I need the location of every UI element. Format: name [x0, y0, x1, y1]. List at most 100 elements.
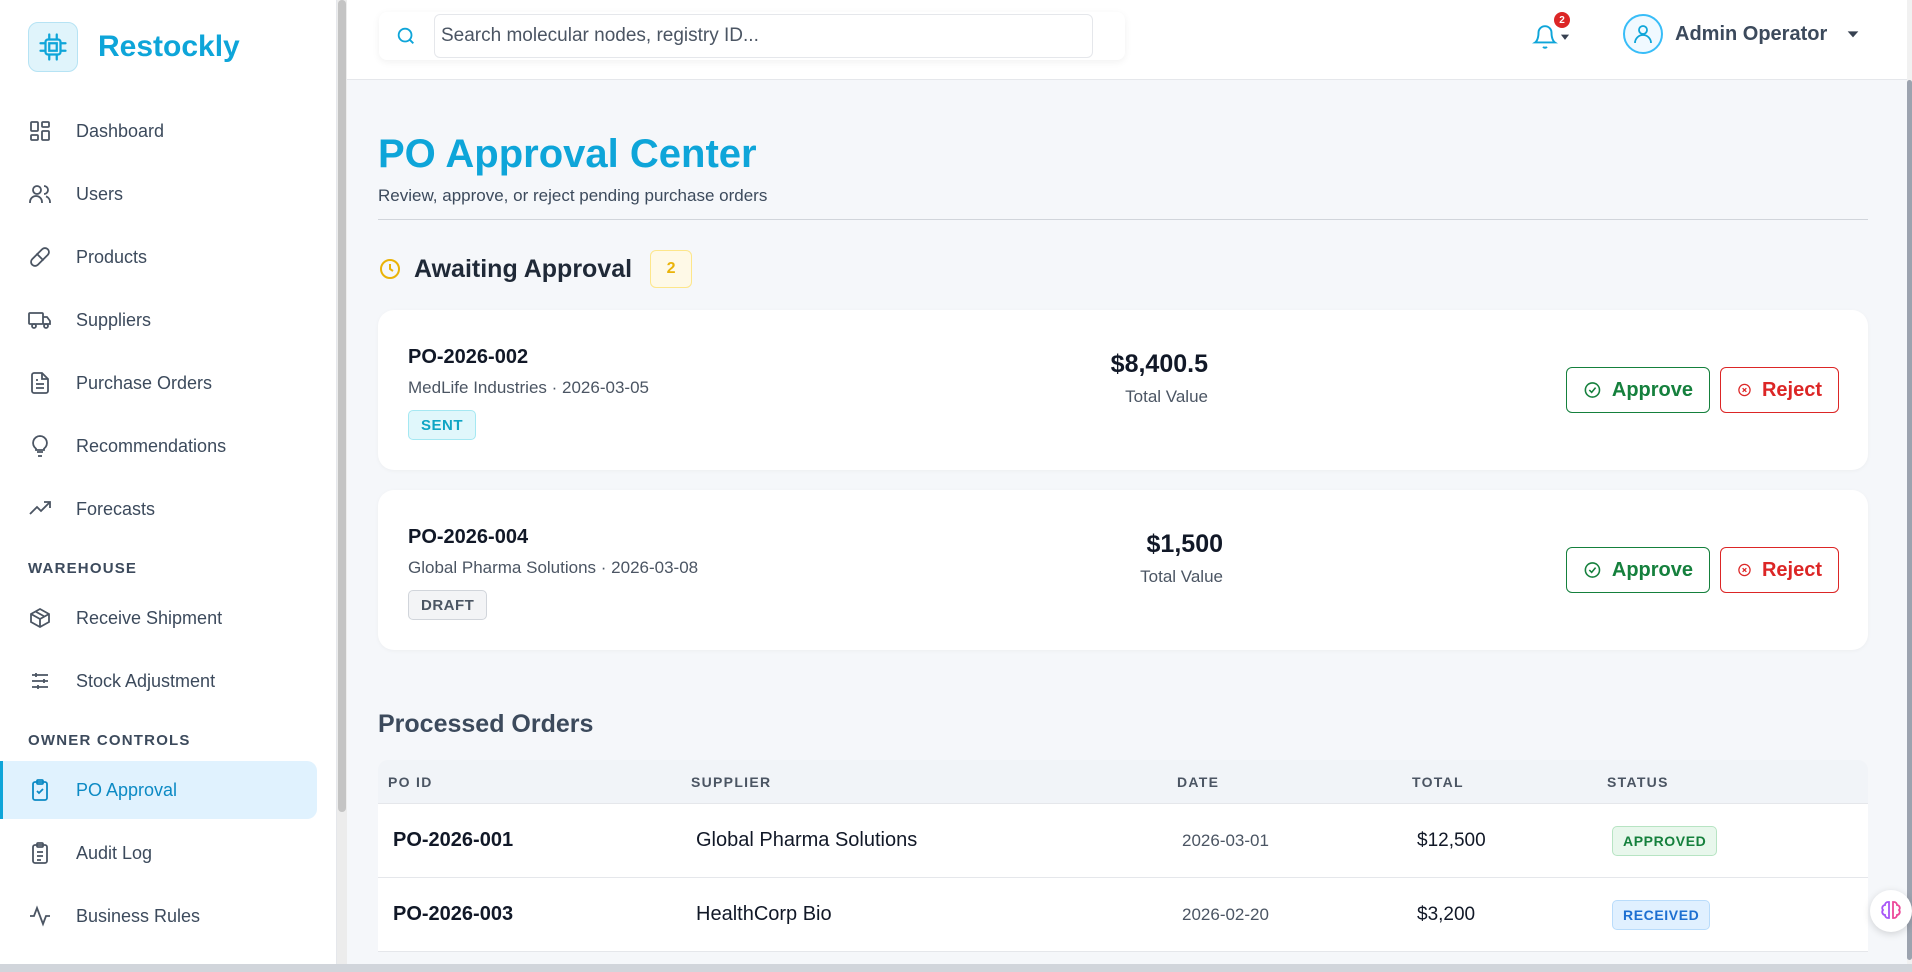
- sidebar-section-warehouse: WAREHOUSE: [28, 560, 138, 577]
- sidebar-item-label: Products: [76, 246, 148, 267]
- activity-icon: [30, 905, 50, 927]
- sidebar-item-label: Users: [76, 183, 124, 204]
- topbar: 2 Admin Operator: [347, 0, 1907, 80]
- sidebar-item-po-approval[interactable]: PO Approval: [0, 761, 317, 819]
- po-value: $1,500 Total Value: [1078, 530, 1223, 587]
- cell-po-id: PO-2026-003: [393, 903, 514, 925]
- cell-supplier: Global Pharma Solutions: [696, 829, 918, 851]
- check-circle-icon: [1584, 562, 1601, 578]
- sidebar-item-label: Business Rules: [76, 905, 201, 926]
- sidebar-item-label: PO Approval: [76, 779, 178, 800]
- column-header-status[interactable]: STATUS: [1607, 760, 1669, 803]
- section-title: Awaiting Approval: [414, 254, 633, 283]
- awaiting-approval-header: Awaiting Approval 2: [378, 250, 693, 288]
- clipboard-list-icon: [32, 842, 48, 864]
- reject-label: Reject: [1761, 378, 1822, 401]
- sidebar-item-audit-log[interactable]: Audit Log: [0, 824, 317, 882]
- reject-button[interactable]: Reject: [1720, 367, 1839, 413]
- notification-count-badge: 2: [1554, 12, 1570, 28]
- package-icon: [30, 607, 50, 629]
- approve-button[interactable]: Approve: [1566, 547, 1710, 593]
- search-input[interactable]: [434, 14, 1093, 58]
- sidebar-item-stock-adjustment[interactable]: Stock Adjustment: [0, 652, 317, 710]
- cell-total: $3,200: [1417, 903, 1476, 925]
- chip-icon: [28, 22, 78, 72]
- po-id: PO-2026-002: [408, 346, 529, 368]
- page-title: PO Approval Center: [378, 132, 757, 176]
- po-value: $8,400.5 Total Value: [1078, 350, 1208, 407]
- table-row[interactable]: PO-2026-003 HealthCorp Bio 2026-02-20 $3…: [378, 878, 1868, 952]
- po-card: PO-2026-002 MedLife Industries · 2026-03…: [378, 310, 1868, 470]
- caret-down-icon: [1847, 31, 1859, 38]
- column-header-po-id[interactable]: PO ID: [388, 760, 433, 803]
- notifications-button[interactable]: 2: [1532, 12, 1572, 50]
- page-scrollbar-thumb[interactable]: [1907, 80, 1912, 960]
- cell-supplier: HealthCorp Bio: [696, 903, 832, 925]
- check-circle-icon: [1584, 382, 1601, 398]
- sidebar-item-label: Purchase Orders: [76, 372, 213, 393]
- po-amount-label: Total Value: [1125, 387, 1208, 406]
- sidebar-item-forecasts[interactable]: Forecasts: [0, 480, 317, 538]
- po-amount-label: Total Value: [1140, 567, 1223, 586]
- caret-down-icon: [1560, 34, 1570, 40]
- cell-total: $12,500: [1417, 829, 1486, 851]
- sidebar-section-owner-controls: OWNER CONTROLS: [28, 732, 191, 749]
- status-badge: RECEIVED: [1612, 899, 1711, 930]
- po-card: PO-2026-004 Global Pharma Solutions · 20…: [378, 490, 1868, 650]
- status-badge: APPROVED: [1612, 825, 1718, 856]
- approve-label: Approve: [1611, 558, 1693, 581]
- sliders-icon: [32, 673, 48, 689]
- page-scrollbar[interactable]: [1907, 0, 1912, 972]
- sidebar-scrollbar-thumb[interactable]: [338, 0, 346, 812]
- cell-date: 2026-03-01: [1182, 830, 1269, 850]
- brand-name: Restockly: [98, 30, 240, 63]
- clipboard-check-icon: [32, 779, 48, 801]
- cell-status: APPROVED: [1612, 804, 1718, 877]
- document-icon: [31, 372, 49, 394]
- pending-count-badge: 2: [650, 250, 693, 288]
- approve-button[interactable]: Approve: [1566, 367, 1710, 413]
- sidebar-item-users[interactable]: Users: [0, 165, 317, 223]
- sidebar-item-business-rules[interactable]: Business Rules: [0, 887, 317, 945]
- sidebar-scrollbar[interactable]: [337, 0, 347, 972]
- sidebar-item-label: Forecasts: [76, 498, 156, 519]
- table-header: PO ID SUPPLIER DATE TOTAL STATUS: [378, 760, 1868, 804]
- sidebar-item-label: Stock Adjustment: [76, 670, 216, 691]
- cell-po-id: PO-2026-001: [393, 829, 514, 851]
- sidebar-item-receive-shipment[interactable]: Receive Shipment: [0, 589, 317, 647]
- user-menu[interactable]: Admin Operator: [1623, 14, 1861, 54]
- users-icon: [29, 185, 51, 203]
- sidebar-item-suppliers[interactable]: Suppliers: [0, 291, 317, 349]
- column-header-total[interactable]: TOTAL: [1412, 760, 1464, 803]
- processed-orders-table: PO ID SUPPLIER DATE TOTAL STATUS PO-2026…: [378, 760, 1868, 952]
- sidebar-item-label: Audit Log: [76, 842, 153, 863]
- cell-status: RECEIVED: [1612, 878, 1711, 951]
- processed-orders-title: Processed Orders: [378, 710, 594, 738]
- reject-button[interactable]: Reject: [1720, 547, 1839, 593]
- sidebar-item-products[interactable]: Products: [0, 228, 317, 286]
- reject-label: Reject: [1761, 558, 1822, 581]
- page-subtitle: Review, approve, or reject pending purch…: [378, 186, 768, 205]
- sidebar-item-purchase-orders[interactable]: Purchase Orders: [0, 354, 317, 412]
- column-header-date[interactable]: DATE: [1177, 760, 1219, 803]
- sidebar-item-label: Recommendations: [76, 435, 227, 456]
- app: Restockly Dashboard Users Products Suppl…: [0, 0, 1912, 972]
- table-row[interactable]: PO-2026-001 Global Pharma Solutions 2026…: [378, 804, 1868, 878]
- brand[interactable]: Restockly: [28, 22, 240, 72]
- sidebar-item-recommendations[interactable]: Recommendations: [0, 417, 317, 475]
- search-icon: [397, 27, 414, 44]
- clock-icon: [380, 259, 400, 279]
- column-header-supplier[interactable]: SUPPLIER: [691, 760, 771, 803]
- po-amount: $8,400.5: [1110, 350, 1208, 378]
- approve-label: Approve: [1611, 378, 1693, 401]
- sidebar-item-dashboard[interactable]: Dashboard: [0, 102, 317, 160]
- sidebar-item-label: Dashboard: [76, 120, 165, 141]
- main-content: PO Approval Center Review, approve, or r…: [347, 80, 1907, 972]
- bell-icon: [1532, 25, 1558, 49]
- sidebar-item-label: Suppliers: [76, 309, 152, 330]
- po-meta: Global Pharma Solutions · 2026-03-08: [408, 558, 699, 577]
- sidebar-item-label: Receive Shipment: [76, 607, 223, 628]
- search-box: [379, 12, 1125, 60]
- assistant-brain-icon[interactable]: [1870, 890, 1912, 932]
- status-badge: SENT: [408, 410, 477, 440]
